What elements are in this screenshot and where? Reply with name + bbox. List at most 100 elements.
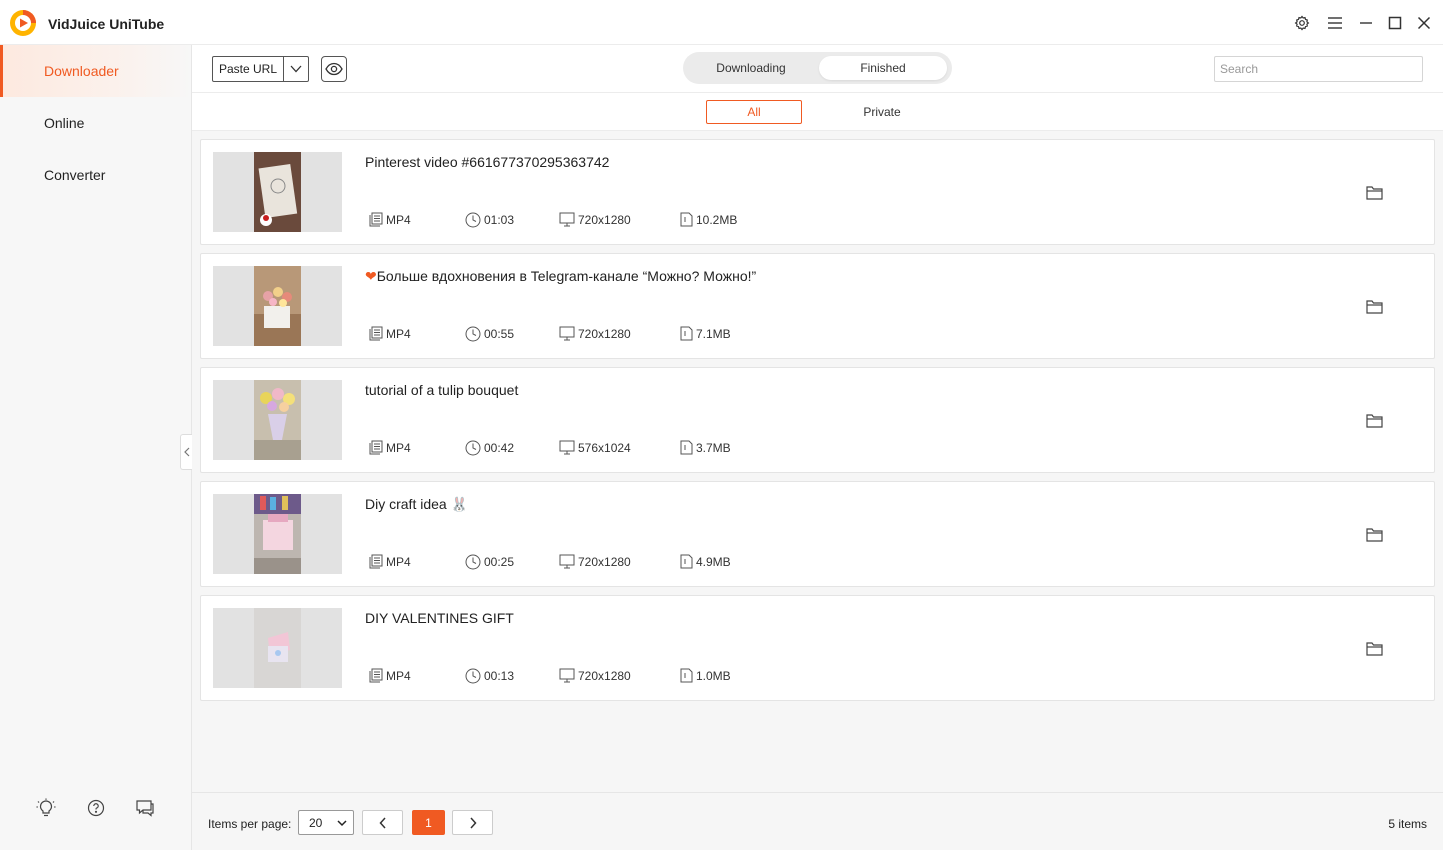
feedback-icon[interactable] xyxy=(134,797,156,819)
rabbit-emoji: 🐰 xyxy=(450,496,469,512)
video-title: DIY VALENTINES GIFT xyxy=(365,610,514,626)
folder-icon[interactable] xyxy=(1364,411,1384,429)
monitor-icon xyxy=(559,554,575,569)
video-duration: 00:13 xyxy=(465,668,514,684)
download-status-tabs: Downloading Finished xyxy=(683,52,952,84)
sidebar-collapse-button[interactable] xyxy=(180,434,192,470)
close-icon[interactable] xyxy=(1413,12,1435,34)
file-size-icon xyxy=(680,326,693,341)
next-page-button[interactable] xyxy=(452,810,493,835)
list-item[interactable]: tutorial of a tulip bouquet MP4 00:42 57… xyxy=(200,367,1435,473)
items-count: 5 items xyxy=(1388,817,1427,831)
filter-tabs: All Private xyxy=(192,93,1443,131)
file-size-icon xyxy=(680,668,693,683)
items-per-page-select[interactable]: 20 xyxy=(298,810,354,835)
video-format: MP4 xyxy=(369,212,411,227)
minimize-icon[interactable] xyxy=(1355,12,1377,34)
sidebar-item-online[interactable]: Online xyxy=(0,97,191,149)
video-resolution: 576x1024 xyxy=(559,440,631,455)
sidebar-item-label: Converter xyxy=(44,167,106,183)
toolbar: Paste URL Downloading Finished xyxy=(192,45,1443,93)
clock-icon xyxy=(465,212,481,228)
sidebar-item-downloader[interactable]: Downloader xyxy=(0,45,191,97)
video-resolution: 720x1280 xyxy=(559,212,631,227)
list-item[interactable]: DIY VALENTINES GIFT MP4 00:13 720x1280 1… xyxy=(200,595,1435,701)
folder-icon[interactable] xyxy=(1364,525,1384,543)
sidebar-item-label: Online xyxy=(44,115,85,131)
title-bar: VidJuice UniTube xyxy=(0,0,1443,45)
video-thumbnail xyxy=(213,494,342,574)
chevron-left-icon xyxy=(378,816,386,829)
monitor-icon xyxy=(559,668,575,683)
video-format: MP4 xyxy=(369,440,411,455)
video-resolution: 720x1280 xyxy=(559,326,631,341)
sidebar-item-label: Downloader xyxy=(44,63,119,79)
video-title: ❤Больше вдохновения в Telegram-канале “М… xyxy=(365,268,757,284)
video-size: 1.0MB xyxy=(680,668,731,683)
tab-all[interactable]: All xyxy=(706,100,802,124)
video-size: 4.9MB xyxy=(680,554,731,569)
clock-icon xyxy=(465,668,481,684)
eye-icon[interactable] xyxy=(321,56,347,82)
list-item[interactable]: ❤Больше вдохновения в Telegram-канале “М… xyxy=(200,253,1435,359)
chevron-right-icon xyxy=(469,816,477,829)
video-format: MP4 xyxy=(369,554,411,569)
tab-downloading[interactable]: Downloading xyxy=(687,56,815,80)
folder-icon[interactable] xyxy=(1364,297,1384,315)
main-panel: Paste URL Downloading Finished All Priva… xyxy=(192,45,1443,850)
video-thumbnail xyxy=(213,380,342,460)
app-title: VidJuice UniTube xyxy=(48,16,165,32)
chevron-down-icon xyxy=(337,820,347,827)
prev-page-button[interactable] xyxy=(362,810,403,835)
video-format: MP4 xyxy=(369,668,411,683)
folder-icon[interactable] xyxy=(1364,183,1384,201)
paste-url-button-group: Paste URL xyxy=(212,56,309,82)
video-size: 10.2MB xyxy=(680,212,737,227)
video-duration: 00:25 xyxy=(465,554,514,570)
video-title: tutorial of a tulip bouquet xyxy=(365,382,519,398)
monitor-icon xyxy=(559,440,575,455)
file-size-icon xyxy=(680,554,693,569)
clock-icon xyxy=(465,440,481,456)
monitor-icon xyxy=(559,326,575,341)
video-title: Pinterest video #661677370295363742 xyxy=(365,154,610,170)
video-thumbnail xyxy=(213,608,342,688)
video-thumbnail xyxy=(213,152,342,232)
video-title: Diy craft idea 🐰 xyxy=(365,496,469,512)
file-format-icon xyxy=(369,440,383,455)
clock-icon xyxy=(465,326,481,342)
folder-icon[interactable] xyxy=(1364,639,1384,657)
maximize-icon[interactable] xyxy=(1384,12,1406,34)
pagination-bar: Items per page: 20 1 5 items xyxy=(192,792,1443,850)
help-icon[interactable] xyxy=(85,797,107,819)
menu-icon[interactable] xyxy=(1324,12,1346,34)
paste-url-button[interactable]: Paste URL xyxy=(213,57,284,81)
video-size: 7.1MB xyxy=(680,326,731,341)
video-format: MP4 xyxy=(369,326,411,341)
tab-private[interactable]: Private xyxy=(834,100,930,124)
search-input[interactable] xyxy=(1214,56,1423,82)
video-resolution: 720x1280 xyxy=(559,554,631,569)
items-per-page-label: Items per page: xyxy=(208,817,292,831)
file-format-icon xyxy=(369,326,383,341)
sidebar: Downloader Online Converter xyxy=(0,45,192,850)
tab-finished[interactable]: Finished xyxy=(819,56,947,80)
file-format-icon xyxy=(369,212,383,227)
gear-icon[interactable] xyxy=(1291,12,1313,34)
video-duration: 00:55 xyxy=(465,326,514,342)
video-duration: 00:42 xyxy=(465,440,514,456)
video-size: 3.7MB xyxy=(680,440,731,455)
chevron-down-icon[interactable] xyxy=(284,57,308,81)
heart-icon: ❤ xyxy=(365,268,377,284)
file-size-icon xyxy=(680,212,693,227)
sidebar-item-converter[interactable]: Converter xyxy=(0,149,191,201)
clock-icon xyxy=(465,554,481,570)
file-format-icon xyxy=(369,554,383,569)
app-logo-icon xyxy=(9,9,39,37)
video-resolution: 720x1280 xyxy=(559,668,631,683)
file-size-icon xyxy=(680,440,693,455)
list-item[interactable]: Pinterest video #661677370295363742 MP4 … xyxy=(200,139,1435,245)
lightbulb-icon[interactable] xyxy=(35,797,57,819)
list-item[interactable]: Diy craft idea 🐰 MP4 00:25 720x1280 4.9M… xyxy=(200,481,1435,587)
page-button-current[interactable]: 1 xyxy=(412,810,445,835)
